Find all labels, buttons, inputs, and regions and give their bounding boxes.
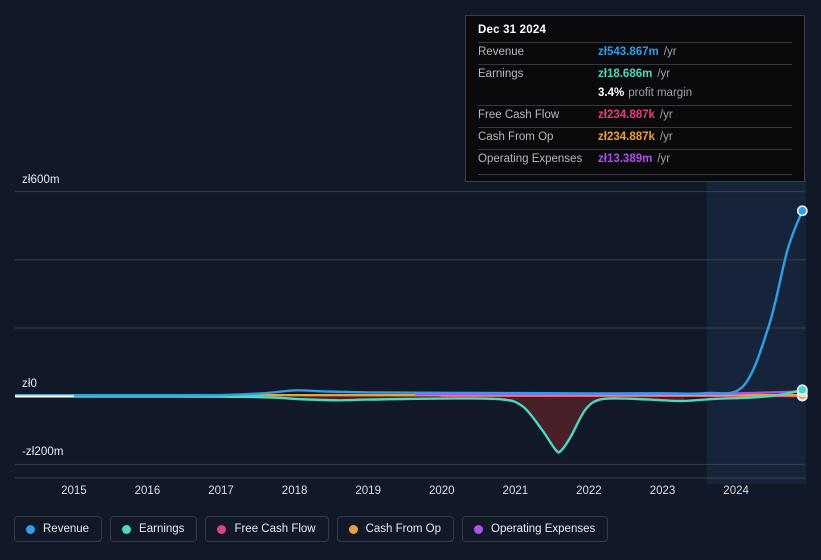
legend-item-label: Cash From Op xyxy=(365,523,442,535)
profit-margin-label: profit margin xyxy=(628,87,693,99)
series-lines xyxy=(15,209,804,454)
chart-legend[interactable]: Revenue Earnings Free Cash Flow Cash From O… xyxy=(14,516,609,542)
tooltip-row-value: zł13.389m xyxy=(598,153,653,165)
financial-chart: zł600m zł0 -zł200m 2015 2016 2017 2018 2019 202… xyxy=(0,0,821,560)
legend-item-label: Earnings xyxy=(139,523,185,535)
tooltip-row-unit: /yr xyxy=(663,46,677,58)
tooltip-row: Cash From Op zł234.887k/yr xyxy=(478,127,792,149)
tooltip-row: Revenue zł543.867m/yr xyxy=(478,42,792,64)
tooltip-rows: Revenue zł543.867m/yr Earnings zł18.686m/yr… xyxy=(478,42,792,175)
y-axis-tick: zł600m xyxy=(22,173,60,186)
tooltip-row-unit: /yr xyxy=(659,131,673,143)
tooltip-row-label: Cash From Op xyxy=(478,131,554,143)
legend-item-free-cash-flow[interactable]: Free Cash Flow xyxy=(205,516,329,542)
legend-color-dot-icon xyxy=(217,524,227,534)
x-axis-tick: 2019 xyxy=(355,485,381,497)
legend-item-earnings[interactable]: Earnings xyxy=(110,516,198,542)
legend-color-dot-icon xyxy=(348,524,358,534)
gridlines xyxy=(15,191,806,465)
tooltip-row-label: Free Cash Flow xyxy=(478,109,560,121)
tooltip-row: Free Cash Flow zł234.887k/yr xyxy=(478,105,792,127)
x-axis-tick: 2016 xyxy=(134,485,161,497)
x-axis-tick: 2024 xyxy=(723,485,749,497)
x-axis-tick: 2023 xyxy=(649,485,676,497)
tooltip-row-unit: /yr xyxy=(657,68,671,80)
tooltip-row-value: zł18.686m xyxy=(598,68,653,80)
legend-item-label: Operating Expenses xyxy=(491,523,596,535)
tooltip-bottom-rule xyxy=(478,174,792,175)
x-axis-tick: 2021 xyxy=(502,485,529,497)
y-axis-tick: -zł200m xyxy=(22,446,64,459)
data-tooltip: Dec 31 2024 Revenue zł543.867m/yr Earnings… xyxy=(465,15,805,182)
tooltip-row-label: Revenue xyxy=(478,46,525,58)
tooltip-row-label: Earnings xyxy=(478,68,524,80)
negative-earnings-fill xyxy=(301,396,685,453)
legend-color-dot-icon xyxy=(122,524,132,534)
tooltip-row-value: zł543.867m xyxy=(598,46,659,58)
tooltip-row-value: zł234.887k xyxy=(598,109,655,121)
x-axis-tick: 2020 xyxy=(428,485,455,497)
tooltip-row-unit: /yr xyxy=(657,153,671,165)
profit-margin-value: 3.4% xyxy=(598,87,625,99)
legend-item-cash-from-op[interactable]: Cash From Op xyxy=(336,516,455,542)
x-axis-tick: 2018 xyxy=(281,485,308,497)
tooltip-profit-margin-row: 3.4% profit margin xyxy=(478,86,792,105)
y-axis-tick: zł0 xyxy=(22,378,38,391)
legend-item-revenue[interactable]: Revenue xyxy=(14,516,103,542)
legend-item-operating-expenses[interactable]: Operating Expenses xyxy=(462,516,609,542)
x-axis-tick: 2015 xyxy=(61,485,87,497)
x-axis-tick: 2022 xyxy=(576,485,602,497)
legend-item-label: Revenue xyxy=(43,523,90,535)
tooltip-date: Dec 31 2024 xyxy=(478,24,547,36)
legend-item-label: Free Cash Flow xyxy=(234,523,316,535)
legend-color-dot-icon xyxy=(474,524,484,534)
legend-color-dot-icon xyxy=(26,524,35,534)
tooltip-row-value: zł234.887k xyxy=(598,131,655,143)
tooltip-row-label: Operating Expenses xyxy=(478,153,583,165)
tooltip-row-unit: /yr xyxy=(659,109,673,121)
tooltip-row: Earnings zł18.686m/yr xyxy=(478,64,792,86)
tooltip-row: Operating Expenses zł13.389m/yr xyxy=(478,149,792,171)
x-axis-tick: 2017 xyxy=(208,485,234,497)
